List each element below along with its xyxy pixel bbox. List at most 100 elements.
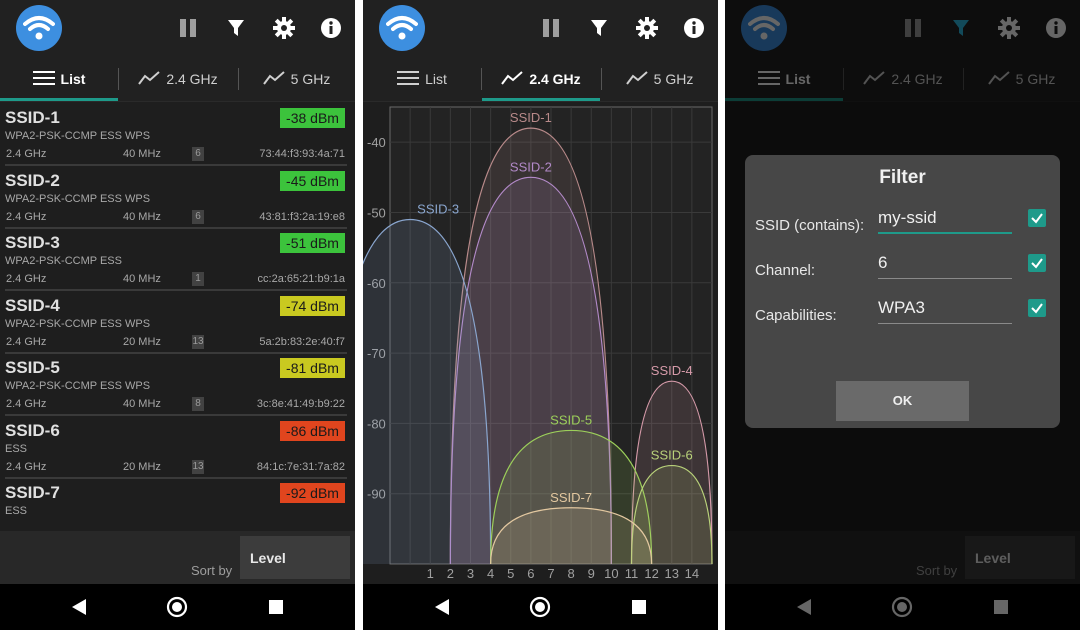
x-tick-label: 10 (604, 566, 618, 581)
band-text: 2.4 GHz (6, 398, 47, 410)
gear-icon[interactable] (632, 13, 662, 43)
wifi-icon (16, 5, 62, 51)
band-text: 2.4 GHz (6, 210, 47, 223)
ssid-filter-input[interactable]: my-ssid (878, 204, 1012, 234)
tab-5-ghz[interactable]: 5 GHz (238, 56, 355, 102)
capabilities-text: ESS (5, 442, 28, 455)
list-item[interactable]: SSID-2 WPA2-PSK-CCMP ESS WPS 2.4 GHz 40 MHz… (0, 167, 355, 229)
recent-apps-icon[interactable] (263, 594, 289, 620)
channel-badge: 8 (192, 397, 204, 411)
channel-width-text: 40 MHz (123, 398, 161, 410)
list-item[interactable]: SSID-4 WPA2-PSK-CCMP ESS WPS 2.4 GHz 20 MHz… (0, 292, 355, 354)
channel-width-text: 20 MHz (123, 460, 161, 473)
channel-badge: 1 (192, 272, 204, 286)
channel-filter-checkbox[interactable] (1028, 254, 1046, 272)
series-label: SSID-4 (651, 363, 693, 378)
pause-icon[interactable] (536, 13, 566, 43)
filter-dialog: Filter SSID (contains): my-ssid Channel:… (745, 155, 1060, 428)
info-icon[interactable] (679, 13, 709, 43)
graph-icon (501, 70, 523, 88)
mac-address: 73:44:f3:93:4a:71 (259, 148, 345, 160)
gear-icon[interactable] (269, 13, 299, 43)
band-text: 2.4 GHz (6, 335, 47, 348)
sort-select[interactable]: Level (240, 536, 350, 579)
ssid-label: SSID-4 (5, 295, 60, 315)
ssid-filter-checkbox[interactable] (1028, 209, 1046, 227)
info-icon[interactable] (316, 13, 346, 43)
tab-label: List (425, 71, 447, 87)
capabilities-text: WPA2-PSK-CCMP ESS WPS (5, 130, 151, 142)
tab-bar: List 2.4 GHz 5 GHz (0, 56, 355, 102)
screen-list: List 2.4 GHz 5 GHz SSID-1 WPA2-PSK-CCMP E… (0, 0, 355, 630)
signal-level-badge: -45 dBm (280, 170, 345, 191)
list-item[interactable]: SSID-5 WPA2-PSK-CCMP ESS WPS 2.4 GHz 40 MHz… (0, 354, 355, 416)
ssid-label: SSID-5 (5, 358, 60, 377)
capabilities-filter-checkbox[interactable] (1028, 299, 1046, 317)
x-tick-label: 8 (568, 566, 575, 581)
tab-2-4-ghz[interactable]: 2.4 GHz (118, 56, 238, 102)
channel-filter-input[interactable]: 6 (878, 249, 1012, 279)
tab-label: 5 GHz (653, 71, 694, 87)
x-tick-label: 5 (507, 566, 514, 581)
x-tick-label: 4 (487, 566, 494, 581)
screen-2-4-ghz: List 2.4 GHz 5 GHz -40 -50 -60 -70 -80 -90 1 2 3… (363, 0, 718, 630)
channel-width-text: 40 MHz (123, 273, 161, 285)
list-icon (397, 70, 420, 88)
y-tick-label: -50 (367, 205, 386, 220)
mac-address: 84:1c:7e:31:7a:82 (256, 460, 345, 473)
capabilities-text: WPA2-PSK-CCMP ESS WPS (5, 192, 151, 205)
capabilities-text: ESS (5, 505, 28, 517)
dialog-title: Filter (879, 167, 926, 188)
band-text: 2.4 GHz (6, 273, 47, 285)
mac-address: 43:81:f3:2a:19:e8 (259, 210, 345, 223)
tab-list[interactable]: List (363, 56, 481, 102)
capabilities-text: WPA2-PSK-CCMP ESS WPS (5, 317, 151, 330)
pause-icon[interactable] (173, 13, 203, 43)
tab-2-4-ghz[interactable]: 2.4 GHz (481, 56, 601, 102)
channel-graph[interactable]: -40 -50 -60 -70 -80 -90 1 2 3 4 5 6 7 8 9 10 11 12 13 14 SSI… (363, 102, 718, 584)
x-tick-label: 12 (644, 566, 658, 581)
list-item[interactable]: SSID-3 WPA2-PSK-CCMP ESS 2.4 GHz 40 MHz 1 cc:… (0, 229, 355, 291)
tab-bar: List 2.4 GHz 5 GHz (363, 56, 718, 102)
tab-list[interactable]: List (0, 56, 118, 102)
filter-icon[interactable] (221, 13, 251, 43)
ssid-label: SSID-1 (5, 108, 60, 127)
mac-address: 3c:8e:41:49:b9:22 (256, 398, 345, 410)
back-icon[interactable] (429, 594, 455, 620)
recent-apps-icon[interactable] (626, 594, 652, 620)
channel-badge: 13 (192, 459, 204, 474)
channel-badge: 6 (192, 209, 204, 224)
tab-label: List (60, 71, 86, 87)
channel-width-text: 40 MHz (123, 210, 161, 223)
screen-filter: List 2.4 GHz 5 GHz Sort by Level Filter … (725, 0, 1080, 630)
x-tick-label: 11 (625, 566, 639, 581)
capabilities-filter-label: Capabilities: (755, 307, 837, 324)
series-label: SSID-2 (510, 159, 552, 174)
list-item[interactable]: SSID-6 ESS 2.4 GHz 20 MHz 13 84:1c:7e:31:7a:8… (0, 417, 355, 479)
x-tick-label: 1 (427, 566, 434, 581)
sort-bar: Sort by Level (0, 531, 355, 584)
nav-bar (363, 584, 718, 630)
signal-level-badge: -86 dBm (280, 420, 345, 441)
ssid-label: SSID-2 (5, 170, 60, 190)
back-icon[interactable] (66, 594, 92, 620)
tab-label: 2.4 GHz (166, 71, 218, 87)
ok-button[interactable]: OK (836, 381, 969, 421)
app-bar (363, 0, 718, 56)
tab-5-ghz[interactable]: 5 GHz (601, 56, 718, 102)
x-tick-label: 13 (665, 566, 679, 581)
signal-level-badge: -92 dBm (280, 483, 345, 503)
y-tick-label: -40 (367, 135, 386, 150)
filter-icon[interactable] (584, 13, 614, 43)
graph-icon (262, 70, 285, 88)
tab-label: 5 GHz (290, 71, 331, 87)
x-tick-label: 14 (685, 566, 699, 581)
series-label: SSID-3 (417, 201, 459, 216)
capabilities-filter-input[interactable]: WPA3 (878, 294, 1012, 324)
mac-address: 5a:2b:83:2e:40:f7 (259, 335, 345, 348)
list-item[interactable]: SSID-1 WPA2-PSK-CCMP ESS WPS 2.4 GHz 40 MHz… (0, 104, 355, 166)
home-icon[interactable] (164, 594, 190, 620)
wifi-icon (379, 5, 425, 51)
x-tick-label: 6 (527, 566, 534, 581)
home-icon[interactable] (527, 594, 553, 620)
